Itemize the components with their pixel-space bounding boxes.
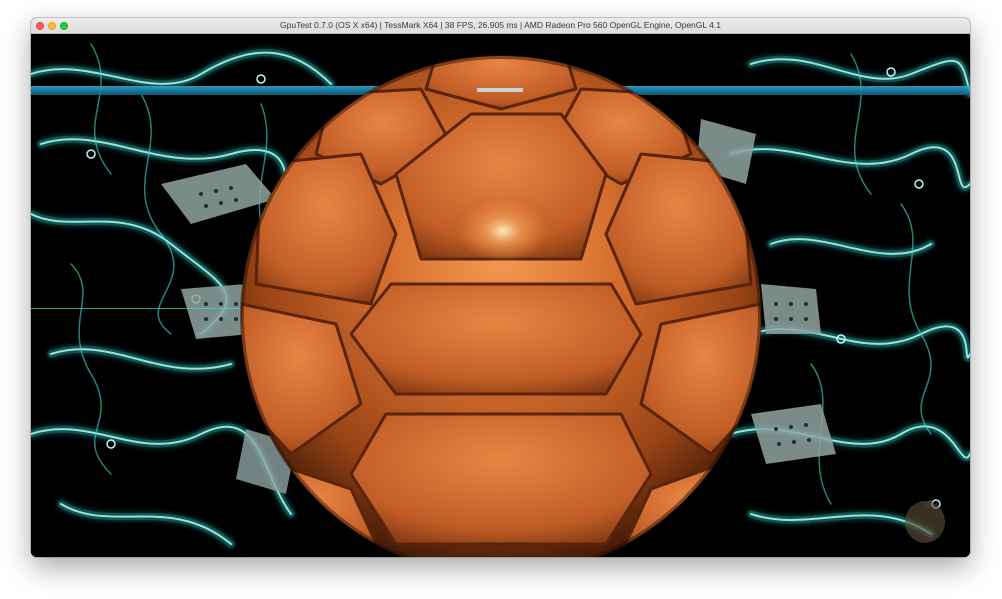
render-viewport[interactable]	[31, 34, 970, 557]
scan-line-thin	[31, 308, 241, 309]
app-window: GpuTest 0.7.0 (OS X x64) | TessMark X64 …	[31, 18, 970, 557]
render-canvas	[31, 34, 970, 557]
progress-marker	[477, 88, 523, 92]
window-title: GpuTest 0.7.0 (OS X x64) | TessMark X64 …	[280, 20, 721, 30]
title-bar[interactable]: GpuTest 0.7.0 (OS X x64) | TessMark X64 …	[31, 18, 970, 34]
